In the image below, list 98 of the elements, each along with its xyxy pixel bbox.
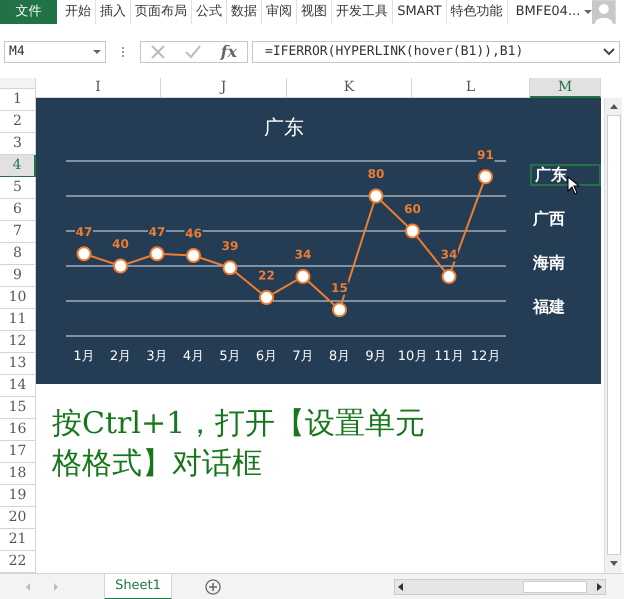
horizontal-scrollbar[interactable] <box>394 578 606 594</box>
row-header[interactable]: 16 <box>0 419 36 441</box>
ribbon-tab[interactable]: 开发工具 <box>332 0 394 24</box>
data-point <box>186 248 201 263</box>
row-header[interactable]: 14 <box>0 375 36 397</box>
row-header[interactable]: 20 <box>0 507 36 529</box>
row-header[interactable]: 8 <box>0 243 36 265</box>
data-point <box>150 246 164 262</box>
data-point <box>296 269 310 284</box>
row-header[interactable]: 15 <box>0 397 36 419</box>
axis-label: 7月 <box>292 349 314 364</box>
data-point <box>113 258 128 274</box>
ribbon-tab[interactable]: 开始 <box>61 0 96 24</box>
row-header[interactable]: 6 <box>0 199 36 221</box>
data-point <box>405 224 420 238</box>
prev-sheet-icon[interactable] <box>26 582 30 590</box>
ribbon-tab[interactable]: 视图 <box>297 0 332 24</box>
data-point <box>76 246 92 262</box>
instruction-text: 按Ctrl+1，打开【设置单元 格格式】对话框 <box>52 405 426 483</box>
region-cell[interactable]: 广西 <box>530 208 601 230</box>
name-box[interactable]: M4 <box>4 41 106 63</box>
sheet-tab[interactable]: Sheet1 <box>104 574 172 599</box>
data-label: 15 <box>331 280 348 295</box>
formula-field[interactable]: =IFERROR(HYPERLINK(hover(B1)),B1) <box>252 41 620 63</box>
data-label: 47 <box>76 224 92 239</box>
row-header[interactable]: 11 <box>0 309 36 331</box>
ribbon-tab[interactable]: 公式 <box>192 0 228 24</box>
data-point <box>222 260 238 276</box>
avatar-icon[interactable] <box>592 0 616 24</box>
row-header[interactable]: 13 <box>0 353 36 375</box>
data-label: 80 <box>368 167 384 181</box>
row-header[interactable]: 2 <box>0 111 36 133</box>
data-label: 47 <box>148 224 166 239</box>
row-header[interactable]: 19 <box>0 485 36 507</box>
region-cell[interactable]: 广东 <box>530 164 601 186</box>
axis-label: 6月 <box>256 349 278 364</box>
data-label: 39 <box>222 238 238 253</box>
data-label: 22 <box>258 268 275 282</box>
vertical-scrollbar[interactable] <box>604 98 622 573</box>
cancel-icon[interactable] <box>150 45 165 59</box>
axis-label: 4月 <box>182 349 204 364</box>
column-header[interactable]: L <box>412 78 530 98</box>
caret-icon <box>93 50 101 54</box>
row-header[interactable]: 21 <box>0 529 36 551</box>
ribbon-tab[interactable]: 插入 <box>96 0 132 24</box>
ribbon-tab[interactable]: 页面布局 <box>131 0 192 24</box>
data-label: 60 <box>404 202 421 216</box>
next-sheet-icon[interactable] <box>54 582 58 590</box>
file-tab[interactable]: 文件 <box>0 0 58 24</box>
column-header[interactable]: K <box>287 78 412 98</box>
axis-label: 8月 <box>328 349 350 364</box>
data-label: 34 <box>440 248 458 262</box>
axis-label: 11月 <box>434 349 464 364</box>
data-label: 91 <box>477 148 494 162</box>
cursor-icon <box>567 176 581 196</box>
expand-icon[interactable] <box>603 48 615 56</box>
scroll-thumb[interactable] <box>523 580 587 592</box>
check-icon[interactable] <box>184 45 201 59</box>
axis-label: 5月 <box>219 349 241 364</box>
row-header[interactable]: 10 <box>0 287 36 309</box>
data-point <box>259 290 274 305</box>
region-cell[interactable]: 海南 <box>530 252 601 274</box>
select-all-corner[interactable] <box>0 78 36 89</box>
scroll-thumb[interactable] <box>606 115 620 555</box>
data-point <box>332 302 347 318</box>
data-point <box>442 269 456 284</box>
row-header[interactable]: 4 <box>0 155 36 177</box>
data-point <box>478 169 493 184</box>
ribbon-tab[interactable]: 审阅 <box>262 0 298 24</box>
row-header[interactable]: 18 <box>0 463 36 485</box>
ribbon-tab[interactable]: 数据 <box>227 0 262 24</box>
row-header[interactable]: 1 <box>0 89 36 111</box>
axis-label: 10月 <box>398 349 428 364</box>
axis-label: 12月 <box>470 349 500 364</box>
data-point <box>368 188 384 204</box>
row-header[interactable]: 17 <box>0 441 36 463</box>
column-header[interactable]: I <box>36 78 161 98</box>
row-header[interactable]: 3 <box>0 133 36 155</box>
ribbon-tab[interactable]: SMART <box>393 0 447 24</box>
row-header[interactable]: 7 <box>0 221 36 243</box>
axis-label: 3月 <box>146 349 168 364</box>
axis-label: 9月 <box>365 349 387 364</box>
column-header[interactable]: M <box>530 78 601 98</box>
insert-function-button[interactable]: fx <box>220 40 238 64</box>
axis-label: 2月 <box>110 349 132 364</box>
add-sheet-icon[interactable] <box>205 578 221 594</box>
data-label: 40 <box>112 237 129 251</box>
ribbon-tab[interactable]: 特色功能 <box>446 0 508 24</box>
chart-title: 广东 <box>264 115 304 139</box>
data-label: 46 <box>185 226 202 240</box>
row-header[interactable]: 12 <box>0 331 36 353</box>
column-header[interactable]: J <box>161 78 287 98</box>
region-cell[interactable]: 福建 <box>530 296 601 318</box>
row-header[interactable]: 5 <box>0 177 36 199</box>
row-header[interactable]: 22 <box>0 551 36 573</box>
row-header[interactable]: 9 <box>0 265 36 287</box>
data-label: 34 <box>294 248 312 262</box>
axis-label: 1月 <box>73 349 95 364</box>
